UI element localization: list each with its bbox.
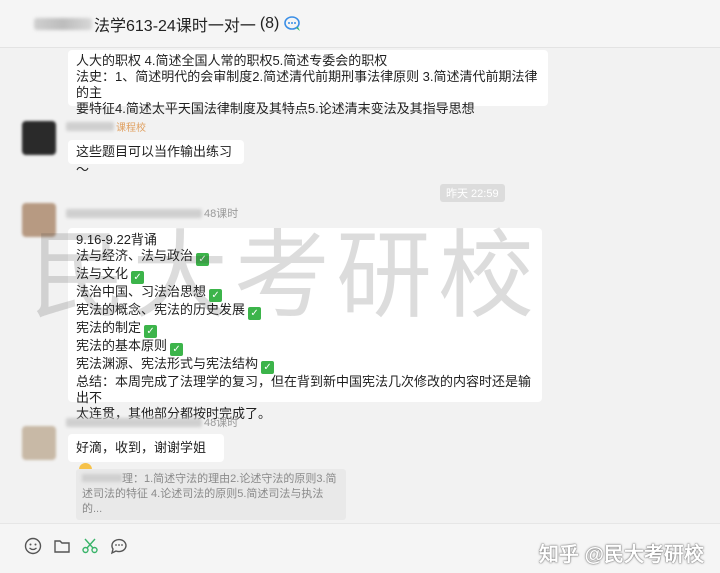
zhihu-watermark: 知乎 @民大考研校 bbox=[538, 544, 704, 566]
timestamp: 昨天 22:59 bbox=[440, 184, 505, 202]
chat-header: 法学613-24课时一对一 (8) bbox=[0, 0, 720, 48]
avatar[interactable] bbox=[22, 203, 56, 237]
member-count: (8) bbox=[259, 14, 280, 32]
blurred-group-prefix bbox=[34, 17, 92, 30]
check-icon: ✓ bbox=[261, 361, 275, 374]
check-icon: ✓ bbox=[248, 307, 262, 320]
message-line: 法治中国、习法治思想 ✓ bbox=[76, 284, 534, 302]
chat-title: 法学613-24课时一对一 bbox=[94, 17, 256, 35]
message-bubble: 好滴，收到，谢谢学姐 bbox=[68, 434, 224, 476]
check-icon: ✓ bbox=[196, 253, 210, 266]
chat-area[interactable]: 人大的职权 4.简述全国人常的职权5.简述专委会的职权 法史：1、简述明代的会审… bbox=[0, 48, 720, 523]
scissors-icon[interactable] bbox=[80, 536, 100, 556]
message-line: 法与文化 ✓ bbox=[76, 266, 534, 284]
quoted-message[interactable]: 理：1.简述守法的理由2.论述守法的原则3.简 述司法的特征 4.论述司法的原则… bbox=[76, 469, 346, 520]
message-line: 要特征4.简述太平天国法律制度及其特点5.论述清末变法及其指导思想 bbox=[76, 101, 475, 116]
message-line: 宪法的概念、宪法的历史发展 ✓ bbox=[76, 302, 534, 320]
chat-bubble-icon[interactable] bbox=[283, 15, 303, 33]
check-icon: ✓ bbox=[170, 343, 184, 356]
message-text: 这些题目可以当作输出练习～ bbox=[76, 144, 233, 177]
message-line: 法史：1、简述明代的会审制度2.简述清代前期刑事法律原则 3.简述清代前期法律的… bbox=[76, 69, 538, 100]
chat-bubble-icon[interactable] bbox=[109, 536, 129, 556]
message-line: 人大的职权 4.简述全国人常的职权5.简述专委会的职权 bbox=[76, 53, 388, 68]
message-bubble: 9.16-9.22背诵 法与经济、法与政治 ✓ 法与文化 ✓ 法治中国、习法治思想 ✓… bbox=[68, 228, 542, 421]
avatar[interactable] bbox=[22, 426, 56, 460]
folder-icon[interactable] bbox=[52, 536, 72, 556]
check-icon: ✓ bbox=[131, 271, 145, 284]
message-bubble: 这些题目可以当作输出练习～ bbox=[68, 140, 244, 177]
message-bubble: 人大的职权 4.简述全国人常的职权5.简述专委会的职权 法史：1、简述明代的会审… bbox=[68, 50, 548, 116]
check-icon: ✓ bbox=[209, 289, 223, 302]
check-icon: ✓ bbox=[144, 325, 158, 338]
input-toolbar: 知乎 @民大考研校 bbox=[0, 523, 720, 573]
message-line: 9.16-9.22背诵 bbox=[76, 232, 157, 247]
sender-name: 课程校 bbox=[66, 119, 146, 134]
message-line: 宪法渊源、宪法形式与宪法结构 ✓ bbox=[76, 356, 534, 374]
sender-name: 48课时 bbox=[66, 205, 238, 221]
sender-name: 48课时 bbox=[66, 414, 238, 430]
emoji-icon[interactable] bbox=[23, 536, 43, 556]
message-text: 好滴，收到，谢谢学姐 bbox=[76, 440, 207, 455]
message-line: 总结：本周完成了法理学的复习，但在背到新中国宪法几次修改的内容时还是输出不 bbox=[76, 374, 532, 405]
avatar[interactable] bbox=[22, 121, 56, 155]
message-line: 宪法的制定 ✓ bbox=[76, 320, 534, 338]
message-line: 宪法的基本原则 ✓ bbox=[76, 338, 534, 356]
message-line: 法与经济、法与政治 ✓ bbox=[76, 248, 534, 266]
